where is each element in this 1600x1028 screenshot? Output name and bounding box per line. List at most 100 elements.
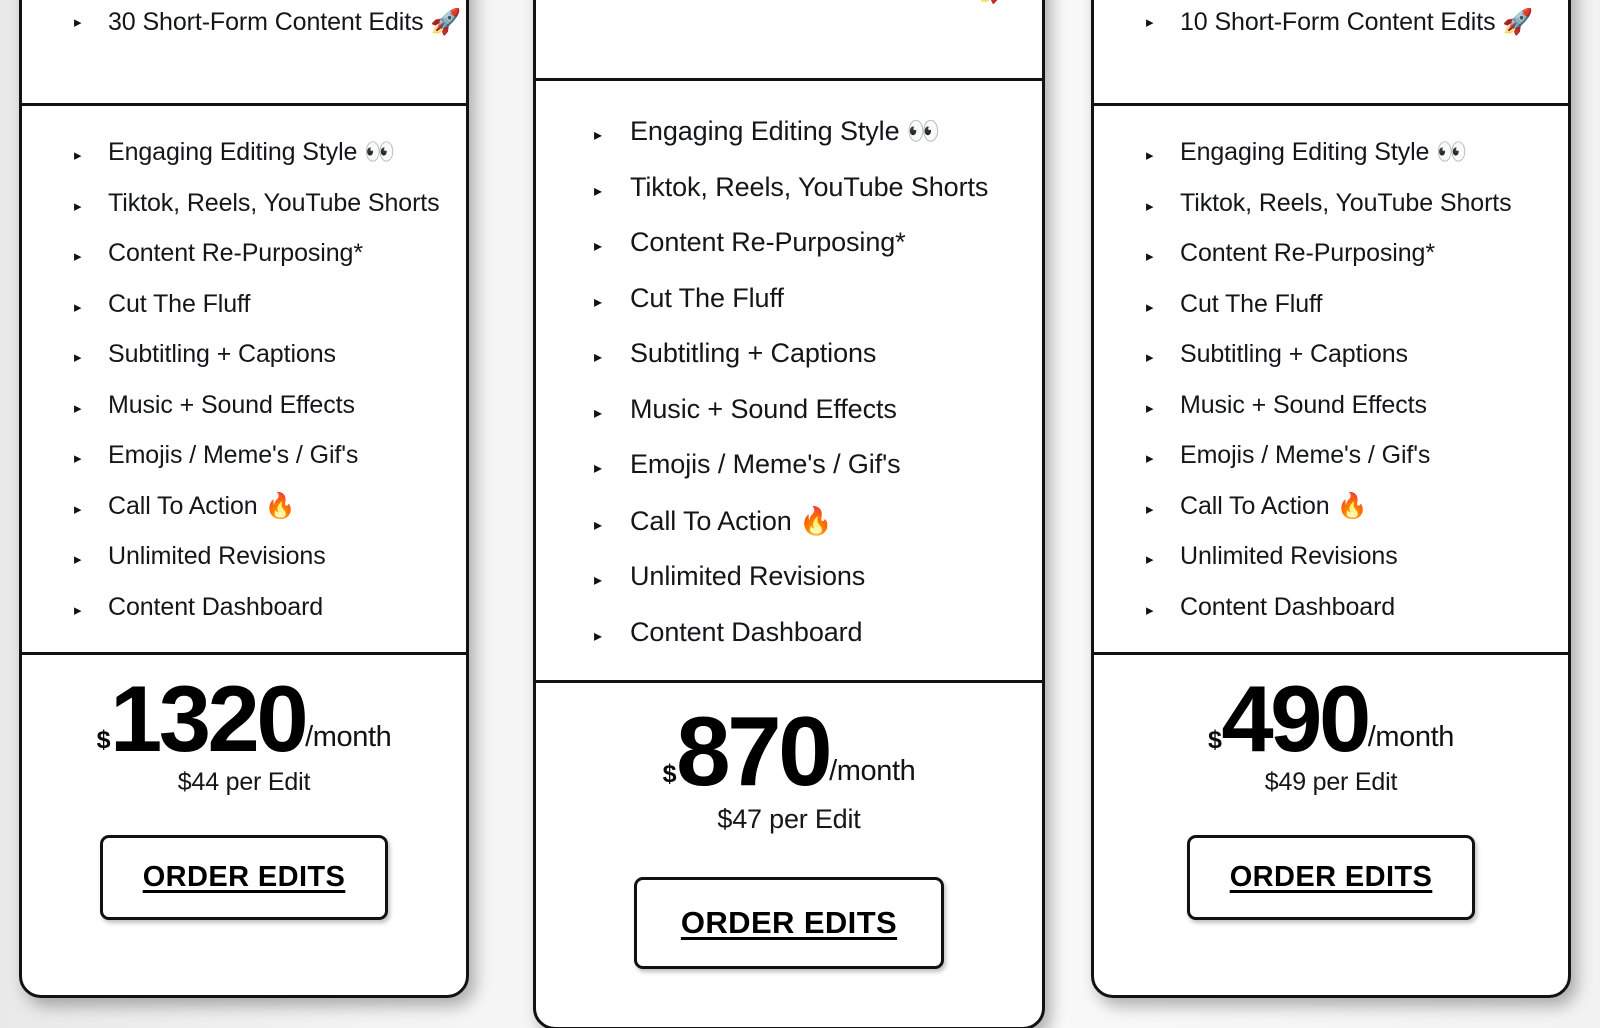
feature-label: Call To Action 🔥 (108, 491, 296, 520)
order-edits-button[interactable]: ORDER EDITS (1186, 835, 1476, 921)
feature-item: ▸ Engaging Editing Style 👀 (74, 138, 466, 167)
feature-label: Subtitling + Captions (1180, 340, 1408, 368)
price-amount: 1320 (110, 665, 309, 771)
feature-label: Emojis / Meme's / Gif's (630, 449, 901, 479)
feature-label: Music + Sound Effects (108, 390, 355, 419)
feature-label: Cut The Fluff (1180, 289, 1323, 318)
feature-item: ▸ Subtitling + Captions (1146, 340, 1568, 369)
feature-item: ▸ Tiktok, Reels, YouTube Shorts (74, 189, 466, 218)
feature-label: Engaging Editing Style 👀 (1180, 138, 1468, 166)
feature-item: ▸ Emojis / Meme's / Gif's (594, 449, 1042, 480)
currency-symbol: $ (96, 726, 111, 755)
per-edit-price: $47 per Edit (717, 803, 861, 834)
feature-label: Engaging Editing Style 👀 (630, 116, 941, 146)
feature-label: Subtitling + Captions (630, 338, 877, 368)
price-block: $ 870 /month $47 per Edit ORDER EDITS (536, 683, 1042, 1028)
feature-label: Music + Sound Effects (1180, 390, 1427, 419)
feature-item: ▸ Music + Sound Effects (594, 394, 1042, 425)
feature-label: Content Re-Purposing* (1180, 239, 1435, 267)
feature-item: ▸ Engaging Editing Style 👀 (1146, 138, 1568, 167)
feature-list: ▸ Engaging Editing Style 👀 ▸ Tiktok, Ree… (536, 81, 1042, 683)
feature-item: ▸ Subtitling + Captions (594, 338, 1042, 369)
pricing-card-20-edits[interactable]: ▸ 20 Short-Form Content Edits 🚀 ▸ Engagi… (533, 0, 1045, 1028)
price-amount: 870 (676, 695, 833, 806)
feature-list: ▸ Engaging Editing Style 👀 ▸ Tiktok, Ree… (1094, 106, 1568, 655)
bullet-triangle-icon: ▸ (594, 127, 603, 144)
bullet-triangle-icon: ▸ (74, 601, 82, 619)
feature-label: Call To Action 🔥 (630, 505, 833, 536)
feature-item: ▸ Content Dashboard (594, 617, 1042, 648)
feature-label: Subtitling + Captions (108, 340, 336, 368)
feature-item: ▸ Music + Sound Effects (1146, 391, 1568, 420)
feature-item: ▸ Unlimited Revisions (594, 561, 1042, 592)
order-edits-button[interactable]: ORDER EDITS (99, 835, 389, 921)
plan-quantity-label: 30 Short-Form Content Edits 🚀 (108, 7, 462, 36)
bullet-triangle-icon: ▸ (74, 298, 82, 316)
order-edits-button[interactable]: ORDER EDITS (633, 876, 945, 969)
card-header: ▸ 30 Short-Form Content Edits 🚀 (22, 0, 466, 106)
feature-label: Content Dashboard (108, 592, 324, 621)
bullet-triangle-icon: ▸ (1146, 500, 1154, 518)
feature-label: Call To Action 🔥 (1180, 491, 1368, 520)
price-block: $ 1320 /month $44 per Edit ORDER EDITS (22, 655, 466, 996)
bullet-triangle-icon: ▸ (74, 450, 82, 467)
feature-item: ▸ Call To Action 🔥 (74, 492, 466, 521)
feature-item: ▸ Tiktok, Reels, YouTube Shorts (1146, 189, 1568, 218)
billing-period: /month (829, 754, 916, 787)
bullet-triangle-icon: ▸ (594, 238, 603, 255)
cta-container: ORDER EDITS (536, 876, 1042, 969)
bullet-triangle-icon: ▸ (1146, 248, 1154, 265)
bullet-triangle-icon: ▸ (1146, 399, 1154, 417)
feature-label: Emojis / Meme's / Gif's (108, 441, 359, 469)
feature-item: ▸ Emojis / Meme's / Gif's (74, 441, 466, 470)
card-header: ▸ 10 Short-Form Content Edits 🚀 (1094, 0, 1568, 106)
bullet-triangle-icon: ▸ (1146, 13, 1154, 31)
feature-item: ▸ Content Dashboard (74, 593, 466, 622)
bullet-triangle-icon: ▸ (594, 182, 603, 200)
feature-item: ▸ Tiktok, Reels, YouTube Shorts (594, 172, 1042, 203)
price-block: $ 490 /month $49 per Edit ORDER EDITS (1094, 655, 1568, 996)
feature-item: ▸ Unlimited Revisions (74, 542, 466, 571)
bullet-triangle-icon: ▸ (1146, 147, 1154, 164)
bullet-triangle-icon: ▸ (594, 516, 603, 534)
bullet-triangle-icon: ▸ (1146, 601, 1154, 619)
feature-label: Unlimited Revisions (1180, 542, 1398, 570)
feature-item: ▸ Call To Action 🔥 (1146, 492, 1568, 521)
billing-period: /month (1367, 721, 1455, 754)
feature-label: Content Re-Purposing* (108, 239, 363, 267)
pricing-card-10-edits[interactable]: ▸ 10 Short-Form Content Edits 🚀 ▸ Engagi… (1091, 0, 1571, 998)
billing-period: /month (305, 721, 392, 754)
feature-item: ▸ Content Re-Purposing* (594, 227, 1042, 258)
feature-label: Unlimited Revisions (108, 542, 326, 570)
bullet-triangle-icon: ▸ (594, 349, 603, 366)
feature-label: Tiktok, Reels, YouTube Shorts (1180, 188, 1512, 217)
plan-quantity-label: 10 Short-Form Content Edits 🚀 (1180, 7, 1534, 36)
bullet-triangle-icon: ▸ (74, 147, 82, 164)
feature-list: ▸ Engaging Editing Style 👀 ▸ Tiktok, Ree… (22, 106, 466, 655)
bullet-triangle-icon: ▸ (1146, 298, 1154, 316)
feature-item: ▸ Cut The Fluff (594, 283, 1042, 314)
feature-label: Music + Sound Effects (630, 393, 897, 424)
bullet-triangle-icon: ▸ (594, 293, 603, 311)
price-line: $ 870 /month (536, 695, 1042, 806)
per-edit-price: $44 per Edit (177, 768, 311, 797)
bullet-triangle-icon: ▸ (74, 500, 82, 518)
feature-label: Tiktok, Reels, YouTube Shorts (630, 171, 989, 202)
feature-label: Unlimited Revisions (630, 561, 866, 591)
feature-label: Emojis / Meme's / Gif's (1180, 441, 1431, 469)
feature-label: Cut The Fluff (108, 289, 251, 318)
pricing-card-30-edits[interactable]: ▸ 30 Short-Form Content Edits 🚀 ▸ Engagi… (19, 0, 469, 998)
bullet-triangle-icon: ▸ (74, 399, 82, 417)
feature-label: Content Dashboard (630, 616, 863, 647)
feature-item: ▸ Subtitling + Captions (74, 340, 466, 369)
currency-symbol: $ (662, 759, 677, 788)
bullet-triangle-icon: ▸ (74, 13, 82, 31)
bullet-triangle-icon: ▸ (1146, 551, 1154, 568)
bullet-triangle-icon: ▸ (594, 460, 603, 477)
bullet-triangle-icon: ▸ (1146, 349, 1154, 366)
price-line: $ 1320 /month (22, 665, 466, 771)
feature-item: ▸ Music + Sound Effects (74, 391, 466, 420)
bullet-triangle-icon: ▸ (74, 197, 82, 215)
bullet-triangle-icon: ▸ (594, 572, 603, 589)
feature-item: ▸ Engaging Editing Style 👀 (594, 115, 1042, 147)
